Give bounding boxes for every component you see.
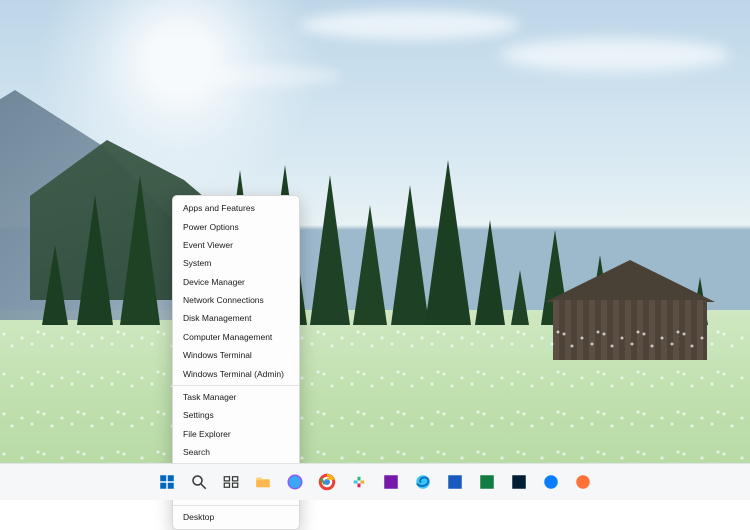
menu-item-label: Computer Management <box>183 332 272 342</box>
menu-item-label: Search <box>183 447 210 457</box>
file-explorer-icon <box>254 473 272 491</box>
search-button[interactable] <box>187 470 211 494</box>
menu-separator <box>173 385 299 386</box>
menu-item-system[interactable]: System <box>173 254 299 272</box>
slack[interactable] <box>347 470 371 494</box>
taskbar <box>0 463 750 500</box>
menu-item-label: Windows Terminal (Admin) <box>183 369 284 379</box>
excel[interactable] <box>475 470 499 494</box>
messenger[interactable] <box>539 470 563 494</box>
desktop-wallpaper[interactable] <box>0 0 750 500</box>
cortana-icon <box>286 473 304 491</box>
menu-item-label: Device Manager <box>183 277 245 287</box>
photoshop-icon <box>510 473 528 491</box>
edge-icon <box>414 473 432 491</box>
menu-item-disk-management[interactable]: Disk Management <box>173 309 299 327</box>
menu-item-apps-and-features[interactable]: Apps and Features <box>173 199 299 217</box>
menu-item-label: Network Connections <box>183 295 264 305</box>
menu-item-label: Windows Terminal <box>183 350 252 360</box>
meadow-decoration <box>0 318 750 464</box>
slack-icon <box>350 473 368 491</box>
start-button-icon <box>158 473 176 491</box>
firefox-icon <box>574 473 592 491</box>
menu-item-file-explorer[interactable]: File Explorer <box>173 425 299 443</box>
task-view-button[interactable] <box>219 470 243 494</box>
photoshop[interactable] <box>507 470 531 494</box>
task-view-button-icon <box>222 473 240 491</box>
menu-item-settings[interactable]: Settings <box>173 406 299 424</box>
menu-separator <box>173 505 299 506</box>
menu-item-label: System <box>183 258 211 268</box>
menu-item-label: Desktop <box>183 512 214 522</box>
edge[interactable] <box>411 470 435 494</box>
firefox[interactable] <box>571 470 595 494</box>
cloud-decoration <box>500 38 730 72</box>
menu-item-event-viewer[interactable]: Event Viewer <box>173 236 299 254</box>
start-button[interactable] <box>155 470 179 494</box>
cloud-decoration <box>210 65 340 87</box>
messenger-icon <box>542 473 560 491</box>
menu-item-windows-terminal-admin[interactable]: Windows Terminal (Admin) <box>173 364 299 382</box>
menu-item-desktop[interactable]: Desktop <box>173 508 299 526</box>
menu-item-label: Apps and Features <box>183 203 255 213</box>
cortana[interactable] <box>283 470 307 494</box>
menu-item-label: Task Manager <box>183 392 236 402</box>
menu-item-label: Disk Management <box>183 313 252 323</box>
menu-item-label: Settings <box>183 410 214 420</box>
search-button-icon <box>190 473 208 491</box>
excel-icon <box>478 473 496 491</box>
menu-item-power-options[interactable]: Power Options <box>173 217 299 235</box>
chrome[interactable] <box>315 470 339 494</box>
cloud-decoration <box>300 10 520 40</box>
word-icon <box>446 473 464 491</box>
menu-item-device-manager[interactable]: Device Manager <box>173 273 299 291</box>
onenote-icon <box>382 473 400 491</box>
file-explorer[interactable] <box>251 470 275 494</box>
menu-item-search[interactable]: Search <box>173 443 299 461</box>
menu-item-label: Event Viewer <box>183 240 233 250</box>
menu-item-network-connections[interactable]: Network Connections <box>173 291 299 309</box>
menu-item-task-manager[interactable]: Task Manager <box>173 388 299 406</box>
menu-item-label: File Explorer <box>183 429 231 439</box>
menu-item-windows-terminal[interactable]: Windows Terminal <box>173 346 299 364</box>
word[interactable] <box>443 470 467 494</box>
onenote[interactable] <box>379 470 403 494</box>
menu-item-computer-management[interactable]: Computer Management <box>173 328 299 346</box>
menu-item-label: Power Options <box>183 222 239 232</box>
chrome-icon <box>318 473 336 491</box>
